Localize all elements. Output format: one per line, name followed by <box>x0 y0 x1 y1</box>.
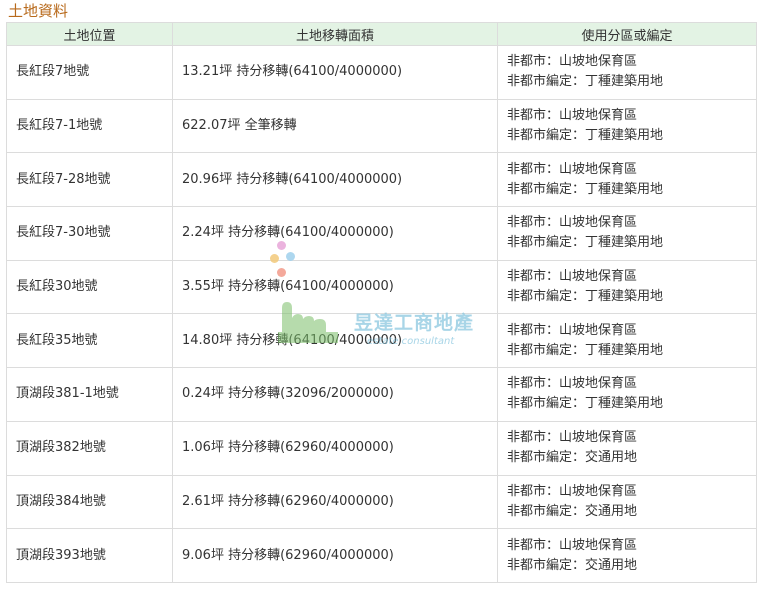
land-location-cell: 頂湖段382地號 <box>6 420 173 476</box>
zoning-line: 非都市：山坡地保育區 <box>507 483 638 499</box>
table-row: 長紅段7-1地號 622.07坪 全筆移轉 非都市：山坡地保育區非都市編定：丁種建築… <box>6 98 757 154</box>
transfer-area-cell: 9.06坪 持分移轉(62960/4000000) <box>172 528 498 583</box>
table-row: 長紅段7-28地號 20.96坪 持分移轉(64100/4000000) 非都市：山… <box>6 152 757 208</box>
zoning-line: 非都市：山坡地保育區 <box>507 537 638 553</box>
zoning-line: 非都市：山坡地保育區 <box>507 54 638 70</box>
zoning-cell: 非都市：山坡地保育區 非都市編定：交通用地 <box>497 474 757 530</box>
table-row: 長紅段7地號 13.21坪 持分移轉(64100/4000000) 非都市：山坡地保… <box>6 45 757 100</box>
zoning-cell: 非都市：山坡地保育區 非都市編定：交通用地 <box>497 420 757 476</box>
table-row: 頂湖段381-1地號 0.24坪 持分移轉(32096/2000000) 非都市：山… <box>6 367 757 422</box>
transfer-area-cell: 1.06坪 持分移轉(62960/4000000) <box>172 420 498 476</box>
transfer-area-cell: 13.21坪 持分移轉(64100/4000000) <box>172 45 498 100</box>
zoning-line: 非都市：山坡地保育區 <box>507 269 638 285</box>
transfer-area-cell: 2.24坪 持分移轉(64100/4000000) <box>172 206 498 261</box>
column-header-location: 土地位置 <box>6 22 173 46</box>
zoning-cell: 非都市：山坡地保育區非都市編定：丁種建築用地 <box>497 313 757 369</box>
land-location-cell: 長紅段7-28地號 <box>6 152 173 208</box>
land-location-cell: 長紅段35地號 <box>6 313 173 369</box>
land-location-cell: 長紅段7地號 <box>6 45 173 100</box>
zoning-designation-line: 非都市編定：丁種建築用地 <box>507 342 664 358</box>
table-row: 頂湖段382地號 1.06坪 持分移轉(62960/4000000) 非都市：山坡地… <box>6 420 757 476</box>
zoning-designation-line: 非都市編定：丁種建築用地 <box>507 235 664 251</box>
zoning-designation-line: 非都市編定：丁種建築用地 <box>507 128 664 144</box>
zoning-line: 非都市：山坡地保育區 <box>507 322 638 338</box>
table-row: 長紅段35地號 14.80坪 持分移轉(64100/4000000) 非都市：山坡地… <box>6 313 757 369</box>
column-header-zoning: 使用分區或編定 <box>497 22 757 46</box>
zoning-line: 非都市：山坡地保育區 <box>507 215 638 231</box>
table-header-row: 土地位置 土地移轉面積 使用分區或編定 <box>6 22 757 46</box>
column-header-area: 土地移轉面積 <box>172 22 498 46</box>
zoning-cell: 非都市：山坡地保育區非都市編定：丁種建築用地 <box>497 259 757 315</box>
zoning-designation-line: 非都市編定：交通用地 <box>507 557 638 573</box>
table-row: 長紅段30地號 3.55坪 持分移轉(64100/4000000) 非都市：山坡地保… <box>6 259 757 315</box>
table-row: 頂湖段384地號 2.61坪 持分移轉(62960/4000000) 非都市：山坡地… <box>6 474 757 530</box>
zoning-cell: 非都市：山坡地保育區非都市編定：丁種建築用地 <box>497 206 757 261</box>
table-row: 長紅段7-30地號 2.24坪 持分移轉(64100/4000000) 非都市：山坡… <box>6 206 757 261</box>
zoning-cell: 非都市：山坡地保育區非都市編定：丁種建築用地 <box>497 367 757 422</box>
land-location-cell: 長紅段30地號 <box>6 259 173 315</box>
transfer-area-cell: 20.96坪 持分移轉(64100/4000000) <box>172 152 498 208</box>
zoning-line: 非都市：山坡地保育區 <box>507 108 638 124</box>
zoning-cell: 非都市：山坡地保育區非都市編定：丁種建築用地 <box>497 98 757 154</box>
land-location-cell: 頂湖段393地號 <box>6 528 173 583</box>
zoning-designation-line: 非都市編定：丁種建築用地 <box>507 289 664 305</box>
zoning-designation-line: 非都市編定：丁種建築用地 <box>507 396 664 412</box>
transfer-area-cell: 3.55坪 持分移轉(64100/4000000) <box>172 259 498 315</box>
zoning-designation-line: 非都市編定：丁種建築用地 <box>507 181 664 197</box>
zoning-line: 非都市：山坡地保育區 <box>507 161 638 177</box>
transfer-area-cell: 0.24坪 持分移轉(32096/2000000) <box>172 367 498 422</box>
land-location-cell: 長紅段7-1地號 <box>6 98 173 154</box>
transfer-area-cell: 622.07坪 全筆移轉 <box>172 98 498 154</box>
table-row: 頂湖段393地號 9.06坪 持分移轉(62960/4000000) 非都市：山坡地… <box>6 528 757 583</box>
zoning-cell: 非都市：山坡地保育區非都市編定：丁種建築用地 <box>497 152 757 208</box>
land-location-cell: 長紅段7-30地號 <box>6 206 173 261</box>
zoning-line: 非都市：山坡地保育區 <box>507 430 638 446</box>
zoning-designation-line: 非都市編定：交通用地 <box>507 450 638 466</box>
zoning-designation-line: 非都市編定：丁種建築用地 <box>507 74 664 90</box>
section-title: 土地資料 <box>8 2 69 20</box>
transfer-area-cell: 14.80坪 持分移轉(64100/4000000) <box>172 313 498 369</box>
land-location-cell: 頂湖段384地號 <box>6 474 173 530</box>
zoning-line: 非都市：山坡地保育區 <box>507 376 638 392</box>
zoning-cell: 非都市：山坡地保育區 非都市編定：交通用地 <box>497 528 757 583</box>
zoning-cell: 非都市：山坡地保育區非都市編定：丁種建築用地 <box>497 45 757 100</box>
land-location-cell: 頂湖段381-1地號 <box>6 367 173 422</box>
transfer-area-cell: 2.61坪 持分移轉(62960/4000000) <box>172 474 498 530</box>
zoning-designation-line: 非都市編定：交通用地 <box>507 503 638 519</box>
land-data-table: 土地位置 土地移轉面積 使用分區或編定 長紅段7地號 13.21坪 持分移轉(64… <box>6 22 757 583</box>
